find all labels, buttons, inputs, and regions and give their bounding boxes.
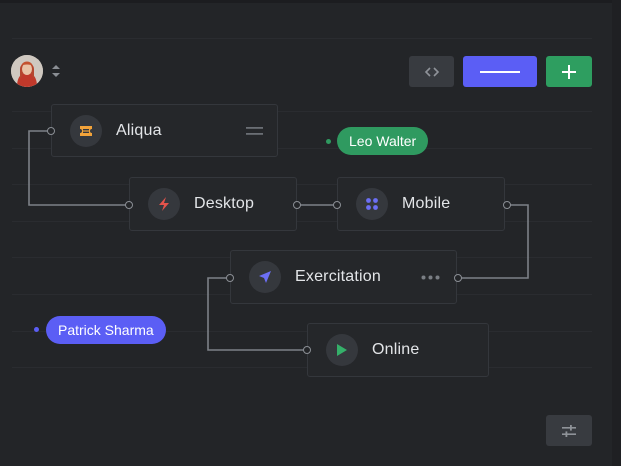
node-desktop[interactable]: Desktop	[129, 177, 297, 231]
top-border	[0, 0, 621, 3]
node-label: Exercitation	[295, 268, 381, 285]
sort-updown-icon[interactable]	[51, 63, 61, 79]
port-exercitation-out[interactable]	[454, 274, 462, 282]
ticket-icon	[70, 114, 102, 147]
grid-line	[12, 184, 592, 185]
flow-canvas: Aliqua Desktop Mobile Exercitation Onlin…	[0, 0, 621, 466]
node-mobile[interactable]: Mobile	[337, 177, 505, 231]
port-desktop-out[interactable]	[293, 201, 301, 209]
tag-pointer-dot	[326, 139, 331, 144]
sliders-icon	[562, 424, 576, 437]
navigation-arrow-icon	[249, 261, 281, 293]
node-exercitation[interactable]: Exercitation	[230, 250, 457, 304]
port-online-in[interactable]	[303, 346, 311, 354]
tag-patrick-sharma[interactable]: Patrick Sharma	[46, 316, 166, 344]
lightning-icon	[148, 188, 180, 220]
tag-pointer-dot	[34, 327, 39, 332]
code-arrows-icon	[424, 66, 439, 77]
play-icon	[326, 334, 358, 366]
right-border	[612, 0, 621, 466]
tag-leo-walter[interactable]: Leo Walter	[337, 127, 429, 155]
port-mobile-in[interactable]	[333, 201, 341, 209]
node-online[interactable]: Online	[307, 323, 489, 377]
port-desktop-in[interactable]	[125, 201, 133, 209]
grid-dots-icon	[356, 188, 388, 220]
node-label: Desktop	[194, 195, 255, 212]
add-button[interactable]	[546, 56, 592, 87]
avatar[interactable]	[11, 55, 43, 87]
code-view-button[interactable]	[409, 56, 454, 87]
node-aliqua[interactable]: Aliqua	[51, 104, 278, 157]
minus-icon	[480, 70, 520, 73]
more-dots-icon[interactable]	[421, 275, 441, 280]
node-label: Aliqua	[116, 121, 162, 139]
grid-line	[12, 367, 592, 368]
drag-handle-icon[interactable]	[246, 125, 263, 137]
node-label: Online	[372, 341, 420, 358]
port-mobile-out[interactable]	[503, 201, 511, 209]
node-label: Mobile	[402, 195, 451, 212]
grid-line	[12, 38, 592, 39]
collapse-button[interactable]	[463, 56, 537, 87]
settings-button[interactable]	[546, 415, 592, 446]
port-exercitation-in[interactable]	[226, 274, 234, 282]
grid-line	[12, 221, 592, 222]
port-aliqua-in[interactable]	[47, 127, 55, 135]
user-avatar-icon	[11, 55, 43, 87]
plus-icon	[562, 64, 576, 79]
